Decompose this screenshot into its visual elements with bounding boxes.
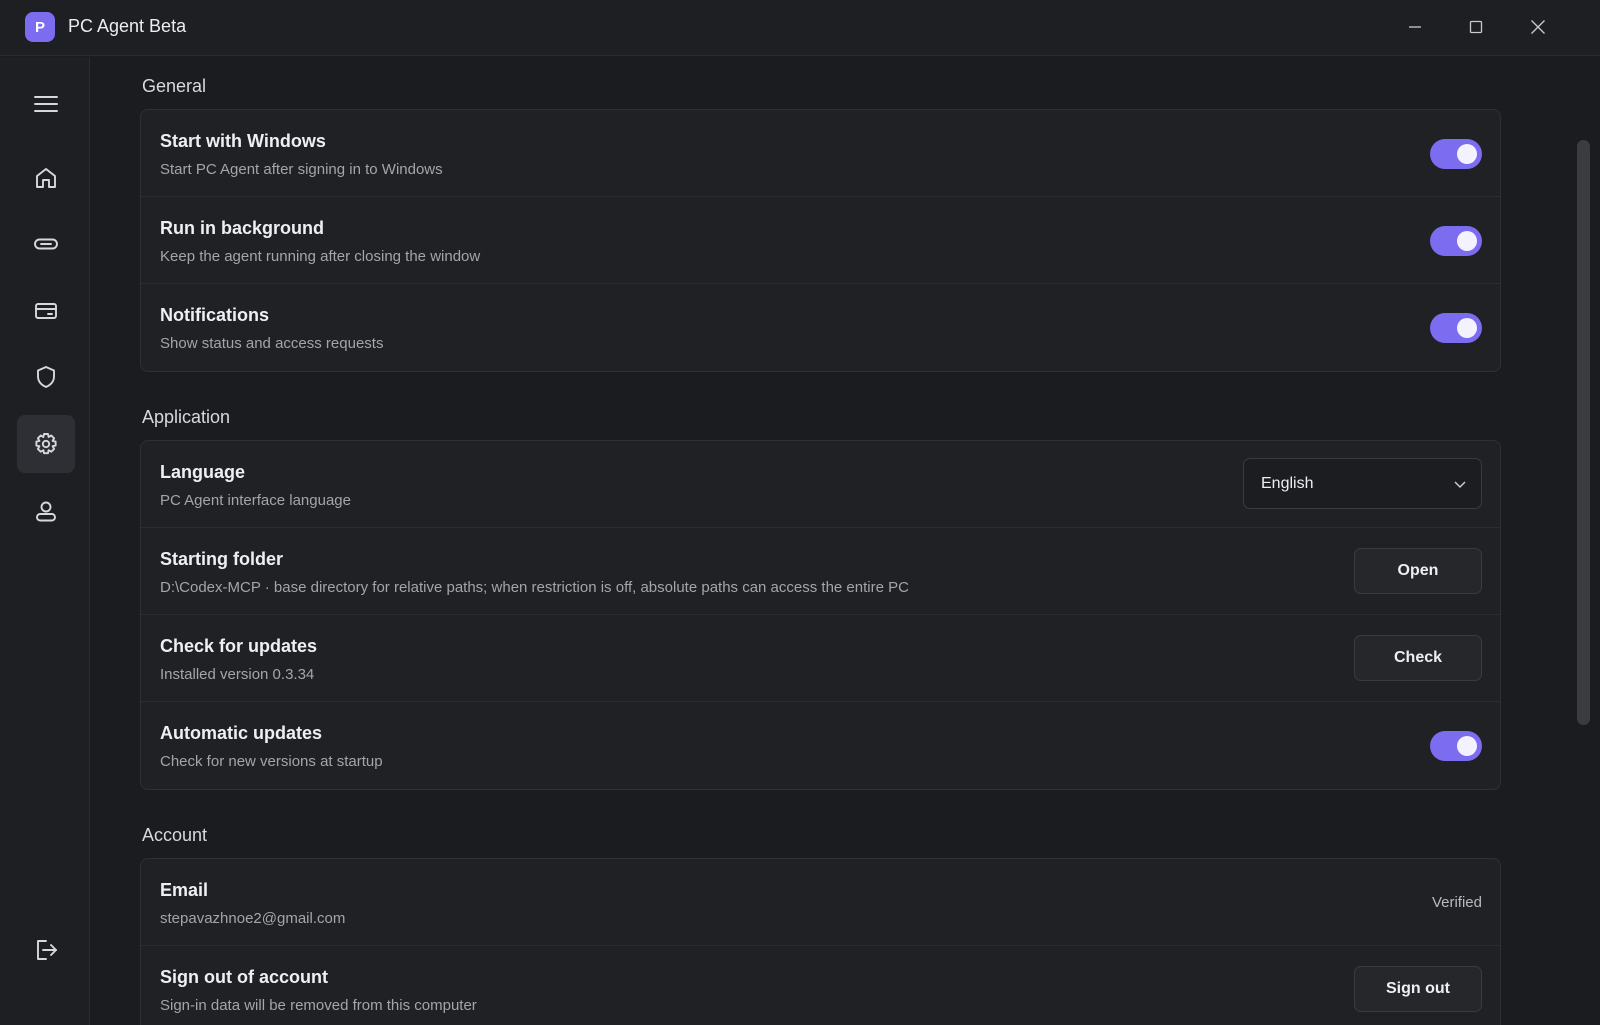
section-title-general: General bbox=[142, 76, 207, 96]
language-select-value: English bbox=[1261, 475, 1314, 492]
email-value: stepavazhnoe2@gmail.com bbox=[160, 910, 346, 927]
setting-row-check-updates: Check for updates Installed version 0.3.… bbox=[141, 615, 1500, 702]
setting-description: Keep the agent running after closing the… bbox=[160, 248, 481, 265]
sign-out-button[interactable]: Sign out bbox=[1354, 966, 1482, 1012]
minimize-button[interactable] bbox=[1392, 10, 1438, 44]
sidebar-item-profile[interactable] bbox=[17, 482, 75, 540]
setting-description: Show status and access requests bbox=[160, 335, 384, 352]
shield-icon bbox=[37, 366, 55, 388]
setting-title: Start with Windows bbox=[160, 131, 326, 151]
check-updates-button[interactable]: Check bbox=[1354, 635, 1482, 681]
sidebar-item-connections[interactable] bbox=[17, 215, 75, 273]
setting-title: Automatic updates bbox=[160, 723, 323, 743]
sidebar bbox=[0, 57, 90, 1025]
sidebar-item-billing[interactable] bbox=[17, 282, 75, 340]
menu-button[interactable] bbox=[17, 75, 75, 133]
setting-row-sign-out: Sign out of account Sign-in data will be… bbox=[141, 946, 1500, 1025]
setting-title: Notifications bbox=[160, 305, 270, 325]
email-verified-status: Verified bbox=[1431, 894, 1482, 911]
setting-title: Starting folder bbox=[160, 549, 284, 569]
maximize-button[interactable] bbox=[1453, 10, 1499, 44]
toggle-knob bbox=[1457, 144, 1477, 164]
setting-description: Check for new versions at startup bbox=[160, 753, 383, 770]
scrollbar-thumb[interactable] bbox=[1577, 140, 1590, 725]
application-card: Language PC Agent interface language Eng… bbox=[140, 440, 1501, 790]
close-icon bbox=[1531, 20, 1545, 34]
gear-icon bbox=[35, 433, 57, 455]
setting-title: Run in background bbox=[160, 218, 324, 238]
settings-content: General Start with Windows Start PC Agen… bbox=[91, 57, 1571, 1025]
toggle-knob bbox=[1457, 231, 1477, 251]
toggle-knob bbox=[1457, 736, 1477, 756]
app-title: PC Agent Beta bbox=[68, 16, 187, 36]
setting-row-notifications: Notifications Show status and access req… bbox=[141, 284, 1500, 371]
run-in-background-toggle[interactable] bbox=[1430, 226, 1482, 256]
general-card: Start with Windows Start PC Agent after … bbox=[140, 109, 1501, 372]
start-with-windows-toggle[interactable] bbox=[1430, 139, 1482, 169]
setting-description: Installed version 0.3.34 bbox=[160, 666, 315, 683]
open-folder-button[interactable]: Open bbox=[1354, 548, 1482, 594]
link-icon bbox=[34, 238, 58, 250]
automatic-updates-toggle[interactable] bbox=[1430, 731, 1482, 761]
toggle-knob bbox=[1457, 318, 1477, 338]
setting-description: Start PC Agent after signing in to Windo… bbox=[160, 161, 443, 178]
setting-title: Check for updates bbox=[160, 636, 318, 656]
sidebar-item-logout[interactable] bbox=[17, 921, 75, 979]
sidebar-item-home[interactable] bbox=[17, 149, 75, 207]
menu-icon bbox=[34, 96, 58, 112]
minimize-icon bbox=[1409, 26, 1421, 28]
card-icon bbox=[35, 303, 57, 319]
chevron-down-icon bbox=[1453, 477, 1467, 496]
section-title-application: Application bbox=[142, 407, 231, 427]
maximize-icon bbox=[1469, 20, 1483, 34]
setting-row-language: Language PC Agent interface language Eng… bbox=[141, 441, 1500, 528]
setting-description: PC Agent interface language bbox=[160, 492, 351, 509]
setting-description: D:\Codex-MCP · base directory for relati… bbox=[160, 579, 909, 596]
user-icon bbox=[36, 501, 56, 522]
title-bar: P PC Agent Beta bbox=[0, 0, 1600, 56]
setting-title: Sign out of account bbox=[160, 967, 328, 987]
setting-title: Email bbox=[160, 880, 209, 900]
setting-row-start-with-windows: Start with Windows Start PC Agent after … bbox=[141, 110, 1500, 197]
section-title-account: Account bbox=[142, 825, 208, 845]
setting-title: Language bbox=[160, 462, 246, 482]
account-card: Email stepavazhnoe2@gmail.com Verified S… bbox=[140, 858, 1501, 1025]
language-select[interactable]: English bbox=[1243, 458, 1482, 509]
home-icon bbox=[36, 168, 56, 188]
setting-row-starting-folder: Starting folder D:\Codex-MCP · base dire… bbox=[141, 528, 1500, 615]
sidebar-item-security[interactable] bbox=[17, 348, 75, 406]
close-button[interactable] bbox=[1515, 10, 1561, 44]
sidebar-item-settings[interactable] bbox=[17, 415, 75, 473]
logout-icon bbox=[37, 940, 57, 960]
setting-row-run-in-background: Run in background Keep the agent running… bbox=[141, 197, 1500, 284]
setting-row-automatic-updates: Automatic updates Check for new versions… bbox=[141, 702, 1500, 789]
notifications-toggle[interactable] bbox=[1430, 313, 1482, 343]
setting-description: Sign-in data will be removed from this c… bbox=[160, 997, 477, 1014]
setting-row-email: Email stepavazhnoe2@gmail.com Verified bbox=[141, 859, 1500, 946]
app-logo: P bbox=[25, 12, 55, 42]
